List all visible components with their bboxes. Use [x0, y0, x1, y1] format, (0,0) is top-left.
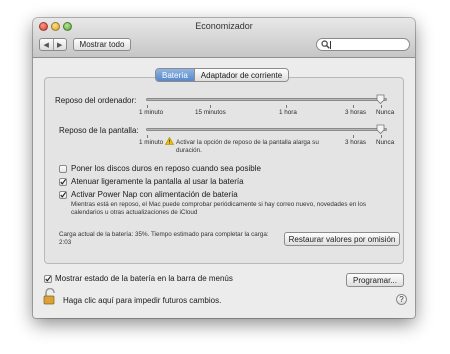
- checkmark-icon: [60, 179, 66, 185]
- search-input[interactable]: [316, 38, 410, 51]
- power-nap-checkbox[interactable]: [59, 191, 67, 199]
- computer-sleep-label: Reposo del ordenador:: [55, 96, 137, 105]
- display-sleep-slider-thumb[interactable]: [376, 124, 385, 134]
- disk-sleep-checkbox[interactable]: [59, 165, 67, 173]
- slider-tick: [353, 105, 354, 108]
- slider-tick: [147, 135, 148, 138]
- power-nap-label: Activar Power Nap con alimentación de ba…: [71, 190, 238, 199]
- titlebar: Economizador ◀ ▶ Mostrar todo: [33, 18, 415, 58]
- display-sleep-label: Reposo de la pantalla:: [59, 126, 139, 135]
- tick-label-never: Nunca: [376, 139, 395, 146]
- slider-tick: [286, 105, 287, 108]
- tick-label-1-minute: 1 minuto: [139, 139, 164, 146]
- power-nap-description: Mientras está en reposo, el Mac puede co…: [71, 201, 367, 216]
- tick-label-never: Nunca: [376, 109, 395, 116]
- show-battery-status-label: Mostrar estado de la batería en la barra…: [55, 274, 233, 283]
- lock-text[interactable]: Haga clic aquí para impedir futuros camb…: [63, 296, 221, 305]
- tick-label-3-hours: 3 horas: [345, 139, 367, 146]
- warning-icon: [165, 137, 174, 145]
- lock-icon[interactable]: [43, 288, 57, 305]
- show-battery-status-checkbox[interactable]: [44, 275, 52, 283]
- checkmark-icon: [60, 192, 66, 198]
- slider-tick: [381, 135, 382, 138]
- chevron-right-icon[interactable]: ▶: [52, 39, 67, 50]
- chevron-left-icon[interactable]: ◀: [40, 39, 53, 50]
- disk-sleep-label: Poner los discos duros en reposo cuando …: [71, 164, 261, 173]
- tab-power-adapter[interactable]: Adaptador de corriente: [193, 69, 289, 81]
- tick-label-1-hour: 1 hora: [279, 109, 297, 116]
- help-button[interactable]: ?: [396, 294, 407, 305]
- window-title: Economizador: [195, 21, 253, 31]
- slider-tick: [381, 105, 382, 108]
- tab-bar: Batería Adaptador de corriente: [155, 68, 290, 82]
- computer-sleep-slider-thumb[interactable]: [376, 94, 385, 104]
- dim-display-label: Atenuar ligeramente la pantalla al usar …: [71, 177, 244, 186]
- back-forward-control: ◀ ▶: [39, 38, 67, 51]
- checkmark-icon: [45, 276, 51, 282]
- tick-label-1-minute: 1 minuto: [139, 109, 164, 116]
- slider-tick: [147, 105, 148, 108]
- slider-tick: [353, 135, 354, 138]
- dim-display-checkbox[interactable]: [59, 178, 67, 186]
- tick-label-3-hours: 3 horas: [345, 109, 367, 116]
- restore-defaults-button[interactable]: Restaurar valores por omisión: [284, 232, 400, 246]
- search-icon: [321, 40, 330, 49]
- schedule-button[interactable]: Programar...: [346, 273, 404, 287]
- preferences-window: Economizador ◀ ▶ Mostrar todo Batería Ad…: [33, 18, 415, 318]
- display-sleep-warning: Activar la opción de reposo de la pantal…: [176, 139, 319, 154]
- tick-label-15-minutes: 15 minutos: [195, 109, 226, 116]
- text-cursor: [330, 41, 331, 49]
- computer-sleep-slider[interactable]: [146, 98, 387, 101]
- show-all-button[interactable]: Mostrar todo: [73, 38, 131, 51]
- tab-battery[interactable]: Batería: [156, 69, 194, 81]
- slider-tick: [210, 105, 211, 108]
- display-sleep-slider[interactable]: [146, 128, 387, 131]
- battery-status-text: Carga actual de la batería: 35%. Tiempo …: [59, 231, 269, 246]
